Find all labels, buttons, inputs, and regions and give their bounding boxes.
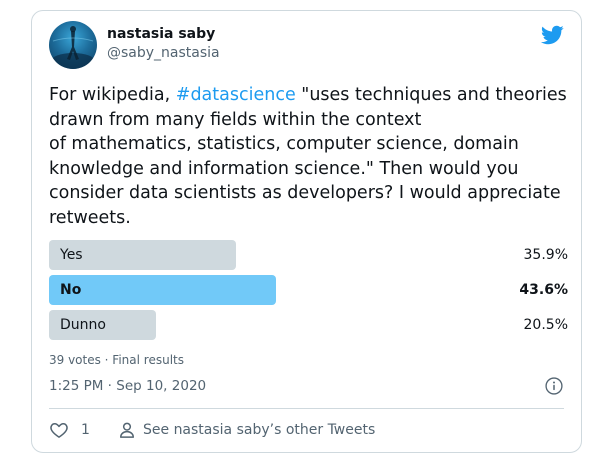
poll-option-percent: 20.5% — [523, 317, 568, 333]
poll-option-label: No — [60, 282, 82, 298]
tweet-text-segment: consider data scientists as developers? … — [49, 183, 561, 203]
tweet-text: For wikipedia, #datascience "uses techni… — [49, 83, 569, 230]
author-names: nastasia saby @saby_nastasia — [107, 25, 220, 63]
tweet-text-segment: For wikipedia, — [49, 85, 176, 105]
tweet-text-segment: of mathematics, statistics, computer sci… — [49, 134, 519, 154]
poll-option-dunno: Dunno 20.5% — [49, 310, 570, 340]
divider — [49, 408, 564, 409]
poll-option-percent: 35.9% — [523, 247, 568, 263]
like-button[interactable]: 1 — [49, 420, 90, 440]
tweet-timestamp[interactable]: 1:25 PM · Sep 10, 2020 — [49, 378, 206, 394]
hashtag-link[interactable]: #datascience — [176, 85, 296, 105]
author-display-name[interactable]: nastasia saby — [107, 25, 220, 43]
tweet-text-segment: retweets. — [49, 207, 131, 228]
poll-option-label: Dunno — [60, 317, 106, 333]
poll-meta: 39 votes · Final results — [49, 353, 184, 367]
tweet-card[interactable]: nastasia saby @saby_nastasia For wikiped… — [31, 10, 582, 453]
info-icon[interactable] — [544, 376, 564, 396]
person-icon — [120, 422, 134, 438]
poll-option-yes: Yes 35.9% — [49, 240, 570, 270]
author-handle[interactable]: @saby_nastasia — [107, 43, 220, 63]
poll-option-no: No 43.6% — [49, 275, 570, 305]
poll: Yes 35.9% No 43.6% Dunno 20.5% — [49, 240, 570, 345]
poll-option-percent: 43.6% — [519, 282, 568, 298]
poll-bar — [49, 275, 276, 305]
see-other-tweets-link[interactable]: See nastasia saby’s other Tweets — [117, 420, 375, 440]
see-other-tweets-label: See nastasia saby’s other Tweets — [143, 422, 376, 438]
tweet-actions: 1 See nastasia saby’s other Tweets — [49, 415, 564, 445]
tweet-text-segment: "uses techniques and theories — [295, 85, 567, 105]
avatar[interactable] — [49, 21, 97, 69]
twitter-bird-icon[interactable] — [540, 23, 564, 47]
heart-icon — [50, 423, 68, 438]
like-count: 1 — [81, 422, 90, 438]
tweet-text-segment: drawn from many fields within the contex… — [49, 109, 422, 130]
avatar-image — [51, 26, 95, 69]
poll-option-label: Yes — [60, 247, 83, 263]
tweet-header: nastasia saby @saby_nastasia — [49, 21, 564, 71]
tweet-text-segment: knowledge and information science." Then… — [49, 158, 519, 179]
